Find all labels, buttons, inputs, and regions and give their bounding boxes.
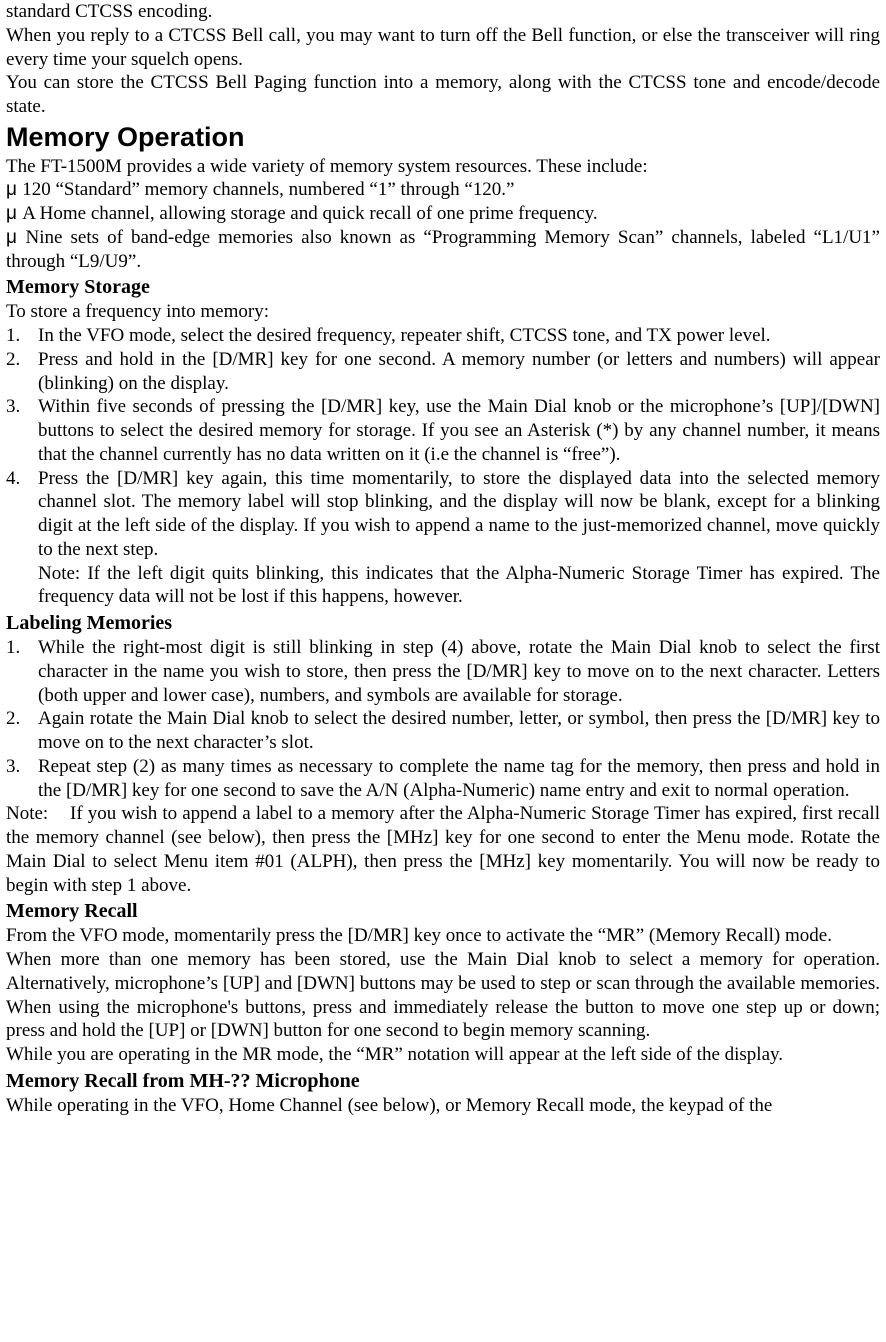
- list-item: 3.Repeat step (2) as many times as neces…: [6, 755, 880, 803]
- list-number: 2.: [6, 707, 38, 731]
- list-text: Press and hold in the [D/MR] key for one…: [38, 349, 880, 394]
- mu-bullet-icon: μ: [6, 179, 22, 200]
- memory-recall-p1: From the VFO mode, momentarily press the…: [6, 924, 880, 948]
- bullet-text: A Home channel, allowing storage and qui…: [22, 203, 597, 224]
- list-number: 4.: [6, 467, 38, 491]
- list-number: 1.: [6, 636, 38, 660]
- list-text: Repeat step (2) as many times as necessa…: [38, 756, 880, 801]
- memory-operation-bullet-3: μ Nine sets of band-edge memories also k…: [6, 226, 880, 274]
- memory-operation-intro: The FT-1500M provides a wide variety of …: [6, 155, 880, 179]
- list-number: 1.: [6, 324, 38, 348]
- bullet-text: 120 “Standard” memory channels, numbered…: [22, 179, 514, 200]
- intro-paragraph-2: When you reply to a CTCSS Bell call, you…: [6, 24, 880, 72]
- list-item: 4.Press the [D/MR] key again, this time …: [6, 467, 880, 562]
- labeling-memories-note: Note:If you wish to append a label to a …: [6, 802, 880, 897]
- memory-recall-heading: Memory Recall: [6, 899, 880, 924]
- mu-bullet-icon: μ: [6, 227, 26, 248]
- mu-bullet-icon: μ: [6, 203, 22, 224]
- memory-storage-list: 1.In the VFO mode, select the desired fr…: [6, 324, 880, 562]
- list-item: 2.Again rotate the Main Dial knob to sel…: [6, 707, 880, 755]
- list-item: 3.Within five seconds of pressing the [D…: [6, 395, 880, 466]
- memory-storage-note: Note: If the left digit quits blinking, …: [6, 562, 880, 610]
- memory-recall-mh-heading: Memory Recall from MH-?? Microphone: [6, 1069, 880, 1094]
- intro-paragraph-1: standard CTCSS encoding.: [6, 0, 880, 24]
- list-number: 2.: [6, 348, 38, 372]
- list-text: In the VFO mode, select the desired freq…: [38, 325, 771, 346]
- memory-operation-heading: Memory Operation: [6, 121, 880, 155]
- memory-operation-bullet-2: μ A Home channel, allowing storage and q…: [6, 202, 880, 226]
- list-text: Press the [D/MR] key again, this time mo…: [38, 468, 880, 560]
- labeling-memories-list: 1.While the right-most digit is still bl…: [6, 636, 880, 802]
- bullet-text: Nine sets of band-edge memories also kno…: [6, 227, 880, 272]
- list-item: 1.While the right-most digit is still bl…: [6, 636, 880, 707]
- list-text: Within five seconds of pressing the [D/M…: [38, 396, 880, 465]
- memory-recall-p3: While you are operating in the MR mode, …: [6, 1043, 880, 1067]
- list-item: 2.Press and hold in the [D/MR] key for o…: [6, 348, 880, 396]
- list-number: 3.: [6, 755, 38, 779]
- list-item: 1.In the VFO mode, select the desired fr…: [6, 324, 880, 348]
- memory-storage-intro: To store a frequency into memory:: [6, 300, 880, 324]
- note-label: Note:: [6, 802, 70, 826]
- labeling-memories-heading: Labeling Memories: [6, 611, 880, 636]
- memory-operation-bullet-1: μ 120 “Standard” memory channels, number…: [6, 178, 880, 202]
- list-text: While the right-most digit is still blin…: [38, 637, 880, 706]
- list-number: 3.: [6, 395, 38, 419]
- memory-storage-heading: Memory Storage: [6, 275, 880, 300]
- memory-recall-mh-p1: While operating in the VFO, Home Channel…: [6, 1094, 880, 1118]
- note-text: If you wish to append a label to a memor…: [6, 803, 880, 895]
- list-text: Again rotate the Main Dial knob to selec…: [38, 708, 880, 753]
- intro-paragraph-3: You can store the CTCSS Bell Paging func…: [6, 71, 880, 119]
- memory-recall-p2: When more than one memory has been store…: [6, 948, 880, 1043]
